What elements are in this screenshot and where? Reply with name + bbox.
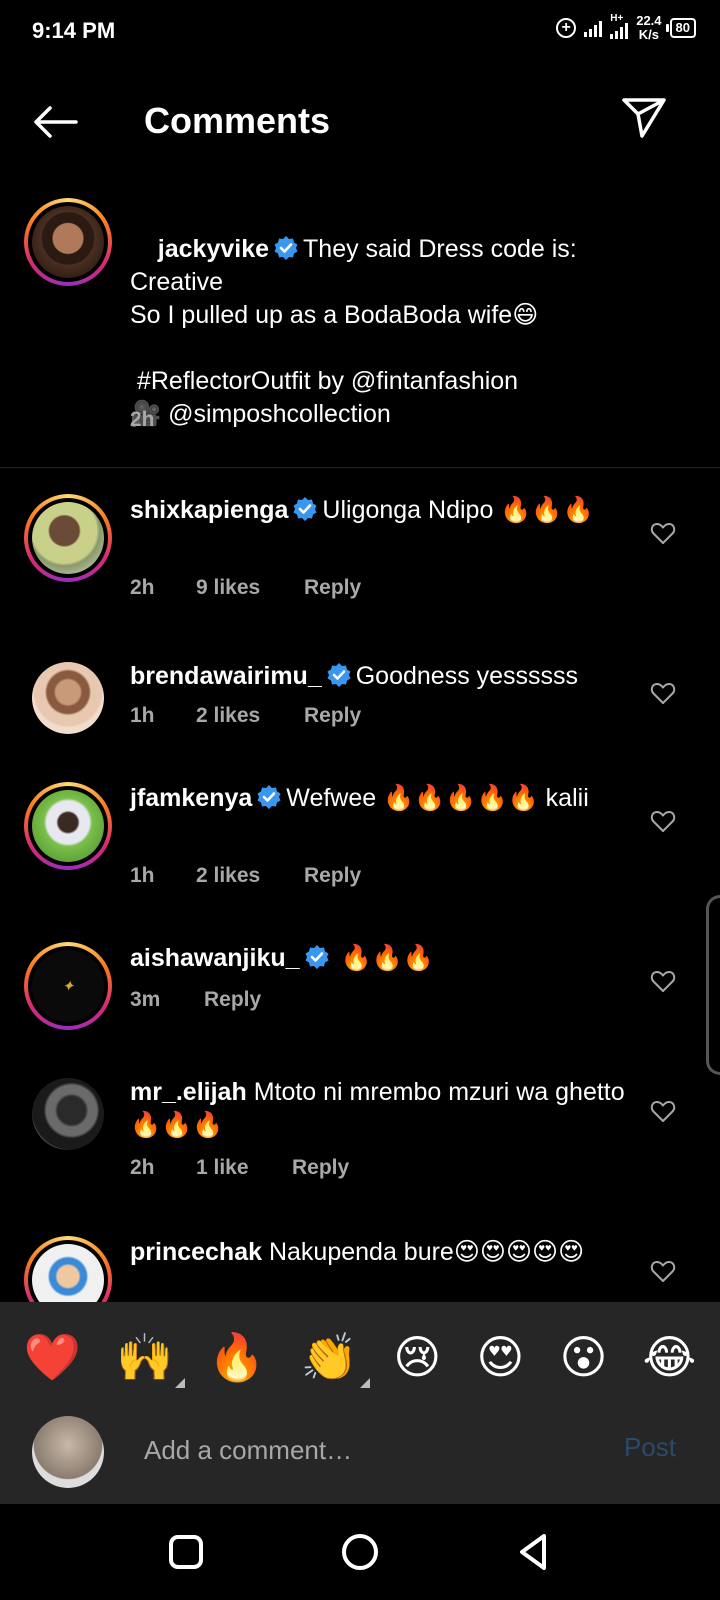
- post-button[interactable]: Post: [624, 1432, 676, 1463]
- skin-tone-indicator: [360, 1378, 371, 1388]
- comment-username[interactable]: princechak: [130, 1238, 262, 1266]
- comment-time: 2h: [130, 576, 155, 599]
- avatar: [32, 790, 104, 862]
- comment-text: Wefwee 🔥🔥🔥🔥🔥 kalii: [286, 784, 589, 812]
- reaction-heart-eyes[interactable]: 😍: [476, 1334, 524, 1380]
- avatar-story-ring[interactable]: [24, 1236, 112, 1302]
- comment-time: 1h: [130, 864, 155, 887]
- status-time: 9:14 PM: [32, 18, 116, 43]
- comment-username[interactable]: brendawairimu_: [130, 662, 322, 690]
- system-nav-bar: [0, 1504, 720, 1600]
- status-icons: + H+ 22.4 K/s 80: [556, 13, 696, 42]
- reaction-clap-emoji: 👏: [300, 1330, 359, 1384]
- network-type: H+: [610, 13, 624, 24]
- reaction-raised-hands[interactable]: 🙌: [116, 1334, 186, 1388]
- comment-likes[interactable]: 9 likes: [196, 576, 304, 600]
- reply-button[interactable]: Reply: [304, 576, 361, 600]
- comment-text: Nakupenda bure😍😍😍😍😍: [268, 1238, 585, 1266]
- reaction-heart[interactable]: ❤️: [24, 1334, 81, 1380]
- header: Comments: [0, 80, 720, 160]
- heart-icon[interactable]: [650, 968, 676, 994]
- heart-icon[interactable]: [650, 520, 676, 546]
- avatar-story-ring[interactable]: [24, 198, 112, 286]
- comment-likes[interactable]: 1 like: [196, 1156, 292, 1180]
- verified-badge-icon: [293, 497, 317, 521]
- my-avatar: [32, 1416, 104, 1488]
- back-button[interactable]: [30, 100, 80, 144]
- comment-meta: 2h 9 likes Reply: [130, 576, 361, 600]
- reply-button[interactable]: Reply: [292, 1156, 349, 1180]
- comment-meta: 2h 1 like Reply: [130, 1156, 349, 1180]
- heart-icon[interactable]: [650, 808, 676, 834]
- avatar: [32, 206, 104, 278]
- signal-icon: [584, 19, 603, 37]
- avatar: [32, 502, 104, 574]
- network-speed: 22.4 K/s: [636, 14, 661, 42]
- heart-icon[interactable]: [650, 1098, 676, 1124]
- avatar-story-ring[interactable]: ✦: [24, 942, 112, 1030]
- arrow-left-icon: [34, 106, 78, 138]
- comment-input[interactable]: [144, 1426, 584, 1474]
- page-title: Comments: [144, 100, 331, 141]
- reaction-laughing[interactable]: 😂: [643, 1334, 697, 1380]
- caption-text: They said Dress code is: Creative So I p…: [130, 235, 577, 428]
- avatar-story-ring[interactable]: [24, 494, 112, 582]
- comment-likes[interactable]: 2 likes: [196, 704, 304, 728]
- avatar-story-ring[interactable]: [24, 782, 112, 870]
- post-caption: jackyvike They said Dress code is: Creati…: [0, 198, 720, 468]
- quick-reactions-bar: ❤️ 🙌 🔥 👏 😢 😍 😮 😂: [0, 1302, 720, 1412]
- data-saver-icon: +: [556, 18, 577, 38]
- comment-meta: 3m Reply: [130, 988, 261, 1012]
- comment-likes[interactable]: 2 likes: [196, 864, 304, 888]
- comment-username[interactable]: aishawanjiku_: [130, 944, 300, 972]
- comment-text: 🔥🔥🔥: [340, 944, 434, 972]
- caption-username[interactable]: jackyvike: [158, 235, 269, 263]
- caption-meta: 2h: [130, 408, 155, 432]
- reaction-surprised[interactable]: 😮: [559, 1334, 607, 1380]
- comment-time: 1h: [130, 704, 155, 727]
- reaction-raised-hands-emoji: 🙌: [115, 1330, 174, 1384]
- verified-badge-icon: [327, 663, 351, 687]
- reply-button[interactable]: Reply: [304, 864, 361, 888]
- verified-badge-icon: [305, 945, 329, 969]
- avatar: [32, 1244, 104, 1302]
- comment-meta: 1h 2 likes Reply: [130, 864, 361, 888]
- comment-username[interactable]: shixkapienga: [130, 496, 288, 524]
- back-nav-icon[interactable]: [512, 1530, 556, 1574]
- skin-tone-indicator: [175, 1378, 186, 1388]
- comment-meta: 1h 2 likes Reply: [130, 704, 361, 728]
- battery-level: 80: [675, 20, 690, 35]
- reply-button[interactable]: Reply: [204, 988, 261, 1012]
- verified-badge-icon: [257, 785, 281, 809]
- comment-text: Uligonga Ndipo 🔥🔥🔥: [322, 496, 594, 524]
- avatar: ✦: [32, 950, 104, 1022]
- status-bar: 9:14 PM + H+ 22.4 K/s 80: [0, 0, 720, 64]
- share-button[interactable]: [620, 96, 668, 140]
- comment-time: 3m: [130, 988, 161, 1011]
- reply-button[interactable]: Reply: [304, 704, 361, 728]
- comment-composer: Post: [0, 1412, 720, 1504]
- avatar[interactable]: [32, 1078, 104, 1150]
- recents-icon[interactable]: [164, 1530, 208, 1574]
- edge-panel-handle[interactable]: [706, 895, 720, 1075]
- comment-text: Goodness yessssss: [355, 662, 579, 690]
- home-icon[interactable]: [338, 1530, 382, 1574]
- network-speed-unit: K/s: [638, 27, 659, 42]
- caption-time: 2h: [130, 408, 155, 431]
- reaction-crying[interactable]: 😢: [393, 1334, 441, 1380]
- heart-icon[interactable]: [650, 680, 676, 706]
- comment-time: 2h: [130, 1156, 155, 1179]
- signal-h-plus-icon: H+: [610, 13, 629, 39]
- reaction-fire[interactable]: 🔥: [208, 1334, 265, 1380]
- comment-item: princechak Nakupenda bure😍😍😍😍😍: [0, 1236, 720, 1302]
- reaction-clap[interactable]: 👏: [301, 1334, 371, 1388]
- paper-plane-icon: [622, 98, 666, 138]
- battery-icon: 80: [665, 18, 696, 38]
- network-speed-value: 22.4: [636, 13, 662, 28]
- comment-username[interactable]: jfamkenya: [130, 784, 252, 812]
- heart-icon[interactable]: [650, 1258, 676, 1284]
- avatar[interactable]: [32, 662, 104, 734]
- verified-badge-icon: [274, 236, 298, 260]
- comment-username[interactable]: mr_.elijah: [130, 1078, 247, 1106]
